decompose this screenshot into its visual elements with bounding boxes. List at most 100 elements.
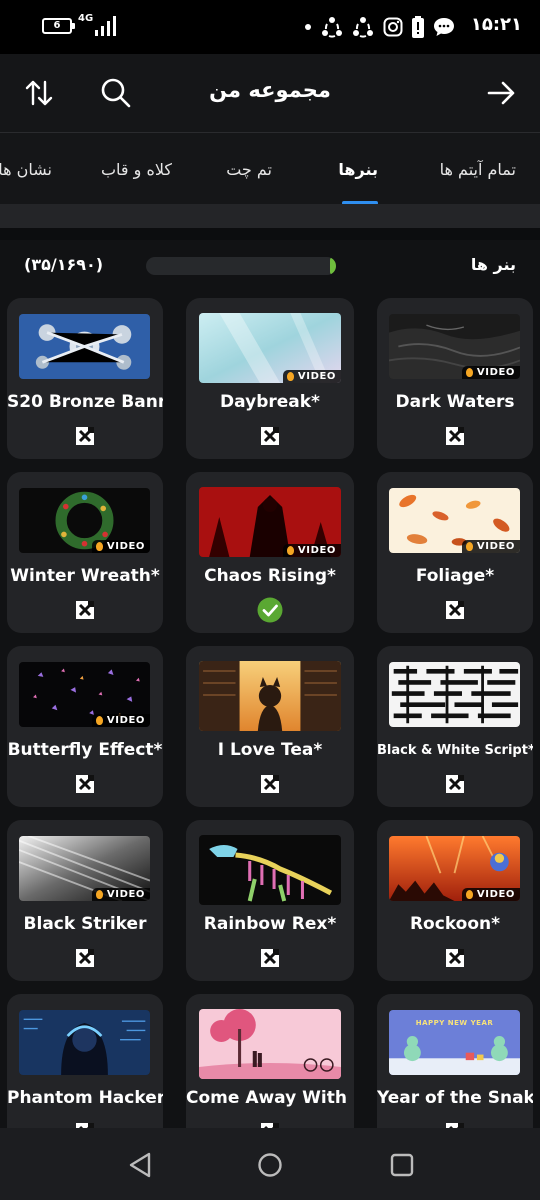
share-icon xyxy=(322,17,342,38)
locked-status xyxy=(72,423,98,449)
home-icon xyxy=(258,1153,282,1177)
banner-thumbnail: VIDEO xyxy=(389,488,520,553)
banner-card[interactable]: VIDEO Rockoon* xyxy=(377,820,533,981)
banner-thumbnail: HAPPY NEW YEAR xyxy=(389,1010,520,1075)
video-badge: VIDEO xyxy=(461,366,520,379)
tab-banners[interactable]: بنرها xyxy=(338,133,378,204)
battery-alert-icon xyxy=(412,16,424,38)
banner-card[interactable]: S20 Bronze Banner* xyxy=(7,298,163,459)
dot-icon xyxy=(305,24,311,30)
banner-thumbnail: VIDEO xyxy=(389,314,520,379)
banner-thumbnail: VIDEO xyxy=(199,313,341,383)
flame-icon xyxy=(95,542,103,551)
banner-name: Come Away With Me* xyxy=(186,1088,354,1108)
locked-status xyxy=(257,771,283,797)
banner-card[interactable]: I Love Tea* xyxy=(186,646,354,807)
video-badge-label: VIDEO xyxy=(106,541,145,552)
recents-button[interactable] xyxy=(387,1150,417,1180)
equipped-status xyxy=(257,597,283,623)
banner-card[interactable]: VIDEO Chaos Rising* xyxy=(186,472,354,633)
banner-card[interactable]: VIDEO Daybreak* xyxy=(186,298,354,459)
banner-name: Dark Waters xyxy=(395,392,515,412)
tab-hats-frames[interactable]: کلاه و قاب xyxy=(101,133,172,204)
locked-icon xyxy=(76,427,94,445)
clock: ۱۵:۲۱ xyxy=(470,14,522,35)
section-title: بنر ها xyxy=(470,255,516,274)
banner-thumbnail xyxy=(389,662,520,727)
back-icon xyxy=(129,1152,151,1178)
locked-icon xyxy=(76,775,94,793)
divider xyxy=(0,228,540,240)
thumbnail-caption: HAPPY NEW YEAR xyxy=(415,1019,494,1027)
chat-bubble-icon xyxy=(434,18,454,36)
tab-bar: تمام آیتم ها بنرها تم چت کلاه و قاب نشان… xyxy=(0,132,540,204)
banner-name: Rainbow Rex* xyxy=(203,914,337,934)
locked-status xyxy=(442,945,468,971)
banner-grid: VIDEO Dark Waters VIDEO Daybreak* S20 Bronze… xyxy=(0,298,540,1128)
locked-icon xyxy=(446,775,464,793)
banner-card[interactable]: Rainbow Rex* xyxy=(186,820,354,981)
flame-icon xyxy=(95,890,103,899)
video-badge: VIDEO xyxy=(91,540,150,553)
locked-status xyxy=(72,945,98,971)
banner-name: Butterfly Effect* xyxy=(7,740,163,760)
locked-status xyxy=(442,597,468,623)
locked-status xyxy=(72,1119,98,1128)
locked-status xyxy=(257,423,283,449)
system-nav-bar xyxy=(0,1128,540,1200)
banner-thumbnail xyxy=(19,314,150,379)
banner-thumbnail: VIDEO xyxy=(199,487,341,557)
banner-thumbnail xyxy=(19,1010,150,1075)
banner-card[interactable]: VIDEO Winter Wreath* xyxy=(7,472,163,633)
banner-card[interactable]: VIDEO Foliage* xyxy=(377,472,533,633)
signal-icon xyxy=(95,16,116,36)
banner-card[interactable]: VIDEO Dark Waters xyxy=(377,298,533,459)
video-badge: VIDEO xyxy=(282,544,341,557)
locked-status xyxy=(442,771,468,797)
banner-card[interactable]: Black & White Script* xyxy=(377,646,533,807)
banner-name: Phantom Hacker* xyxy=(7,1088,163,1108)
back-button[interactable] xyxy=(125,1150,155,1180)
video-badge: VIDEO xyxy=(91,714,150,727)
banner-name: I Love Tea* xyxy=(217,740,323,760)
locked-icon xyxy=(446,949,464,967)
banner-name: Winter Wreath* xyxy=(10,566,160,586)
banner-name: S20 Bronze Banner* xyxy=(7,392,163,412)
locked-icon xyxy=(261,427,279,445)
equipped-check-icon xyxy=(257,597,283,623)
tab-chat-theme[interactable]: تم چت xyxy=(226,133,272,204)
collection-count: (۳۵/۱۶۹۰) xyxy=(24,255,104,274)
banner-card[interactable]: Come Away With Me* xyxy=(186,994,354,1128)
notification-icons xyxy=(304,14,455,40)
flame-icon xyxy=(286,372,294,381)
video-badge: VIDEO xyxy=(461,888,520,901)
banner-card[interactable]: HAPPY NEW YEAR Year of the Snake* xyxy=(377,994,533,1128)
status-bar: 6 4G ۱۵:۲۱ xyxy=(0,0,540,54)
locked-status xyxy=(442,1119,468,1128)
instagram-icon xyxy=(383,17,403,37)
locked-status xyxy=(72,597,98,623)
video-badge-label: VIDEO xyxy=(476,541,515,552)
forward-button[interactable] xyxy=(480,72,522,114)
banner-card[interactable]: Phantom Hacker* xyxy=(7,994,163,1128)
divider xyxy=(0,204,540,228)
banner-thumbnail: VIDEO xyxy=(19,662,150,727)
battery-level: 6 xyxy=(53,20,61,31)
network-type: 4G xyxy=(78,13,94,24)
banner-name: Black Striker xyxy=(23,914,147,934)
collection-progress-fill xyxy=(330,257,336,275)
flame-icon xyxy=(465,542,473,551)
locked-icon xyxy=(76,601,94,619)
video-badge-label: VIDEO xyxy=(476,889,515,900)
locked-status xyxy=(257,945,283,971)
banner-card[interactable]: VIDEO Butterfly Effect* xyxy=(7,646,163,807)
banner-card[interactable]: VIDEO Black Striker xyxy=(7,820,163,981)
locked-icon xyxy=(446,427,464,445)
home-button[interactable] xyxy=(255,1150,285,1180)
banner-name: Black & White Script* xyxy=(377,743,533,758)
tab-all-items[interactable]: تمام آیتم ها xyxy=(440,133,516,204)
banner-thumbnail: VIDEO xyxy=(389,836,520,901)
tab-badges[interactable]: نشان ها xyxy=(0,133,52,204)
flame-icon xyxy=(465,890,473,899)
banner-thumbnail xyxy=(199,1009,341,1079)
